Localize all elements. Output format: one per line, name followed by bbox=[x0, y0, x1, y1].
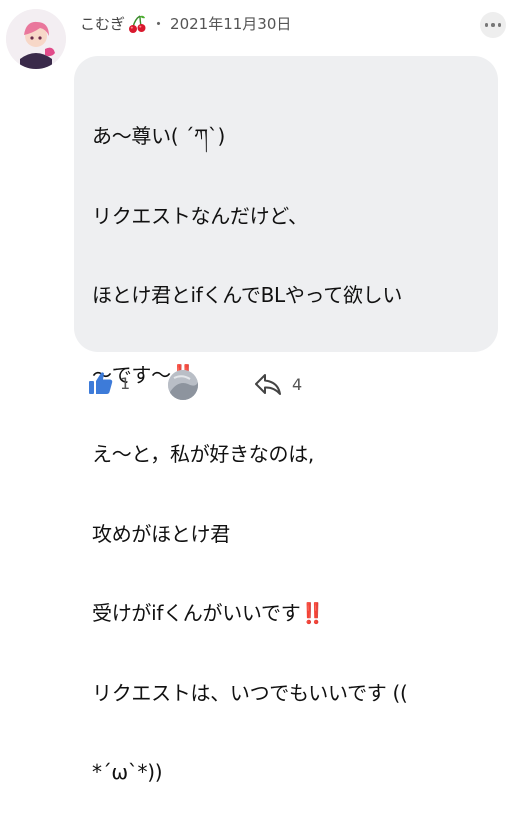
message-line: ほとけ君とifくんでBLやって欲しい bbox=[92, 283, 403, 307]
header-separator: ・ bbox=[151, 15, 167, 33]
message-line: 攻めがほとけ君 bbox=[92, 521, 230, 546]
message-line: リクエストは、いつでもいいです (( bbox=[92, 680, 408, 705]
message-line: あ〜尊い( ´ཀ`) bbox=[92, 124, 226, 148]
reactor-avatar[interactable] bbox=[168, 370, 198, 400]
cherry-icon bbox=[127, 14, 147, 34]
message-body: あ〜尊い( ´ཀ`) リクエストなんだけど、 ほとけ君とifくんでBLやって欲し… bbox=[92, 70, 488, 839]
post-header: こむぎ ・ 2021年11月30日 bbox=[80, 13, 291, 34]
action-bar: 1 4 bbox=[0, 360, 512, 410]
like-count: 1 bbox=[120, 374, 131, 393]
message-line: 受けがifくんがいいです‼️ bbox=[92, 601, 326, 625]
message-bubble: あ〜尊い( ´ཀ`) リクエストなんだけど、 ほとけ君とifくんでBLやって欲し… bbox=[74, 56, 498, 784]
message-line: *´ω`*)) bbox=[92, 760, 163, 784]
more-options-icon[interactable] bbox=[480, 12, 506, 38]
avatar[interactable] bbox=[6, 9, 66, 69]
reply-count: 4 bbox=[292, 375, 303, 394]
message-line: え〜と，私が好きなのは, bbox=[92, 442, 314, 466]
reply-arrow-icon[interactable] bbox=[254, 373, 282, 397]
author-name[interactable]: こむぎ bbox=[80, 13, 125, 34]
post-date: 2021年11月30日 bbox=[170, 15, 292, 33]
thumbs-up-icon[interactable] bbox=[88, 370, 114, 396]
message-line: リクエストなんだけど、 bbox=[92, 203, 308, 228]
double-exclamation-icon: ‼️ bbox=[300, 601, 326, 625]
